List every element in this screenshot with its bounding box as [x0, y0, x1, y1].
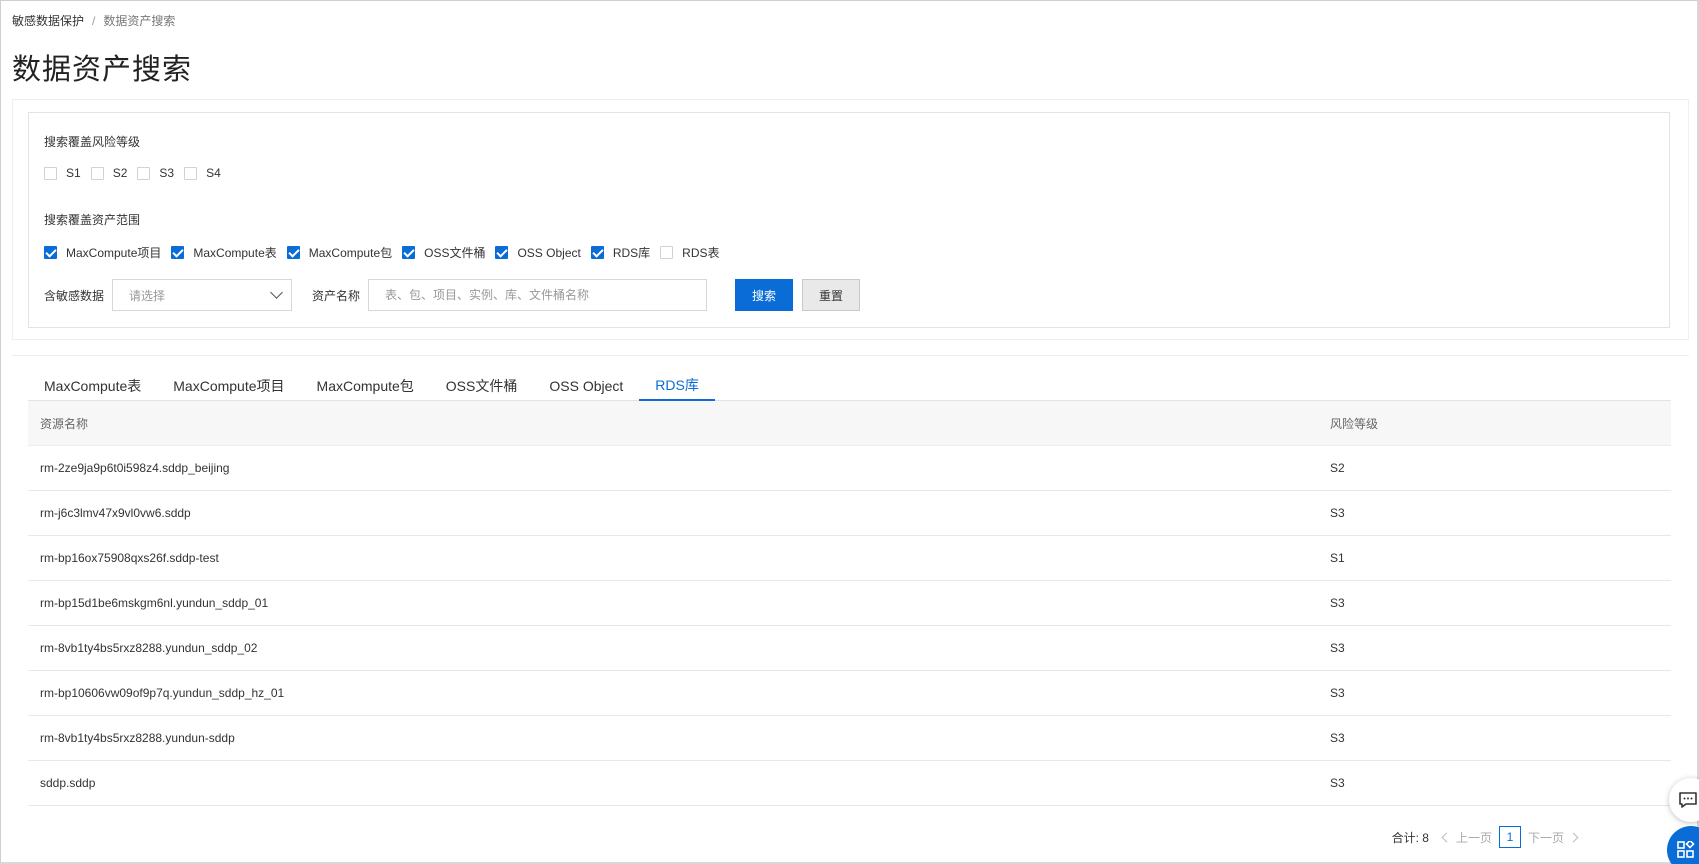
chevron-right-icon[interactable] [1568, 832, 1579, 842]
header-resource-name: 资源名称 [40, 416, 89, 431]
asset-scope-checkboxes: MaxCompute项目 MaxCompute表 MaxCompute包 OSS文件桶… [44, 244, 730, 261]
risk-level-label: 搜索覆盖风险等级 [44, 135, 141, 149]
table-row: rm-2ze9ja9p6t0i598z4.sddp_beijing S2 [28, 446, 1671, 491]
table-row: sddp.sddp S3 [28, 761, 1671, 806]
risk-level-option-s4[interactable]: S4 [184, 166, 221, 180]
sensitive-data-label: 含敏感数据 [44, 288, 105, 303]
asset-scope-option-3[interactable]: OSS文件桶 [402, 244, 485, 261]
cell-risk-level: S3 [1330, 731, 1345, 745]
cell-risk-level: S3 [1330, 506, 1345, 520]
asset-scope-checkbox[interactable] [495, 246, 509, 259]
asset-scope-option-0[interactable]: MaxCompute项目 [44, 244, 161, 261]
prev-page-button[interactable]: 上一页 [1456, 829, 1492, 846]
cell-resource-name: rm-2ze9ja9p6t0i598z4.sddp_beijing [40, 461, 230, 475]
chevron-left-icon[interactable] [1441, 832, 1452, 842]
cell-risk-level: S3 [1330, 641, 1345, 655]
tab-4[interactable]: OSS Object [533, 370, 639, 401]
checkbox-label: S2 [112, 166, 128, 180]
breadcrumb-parent[interactable]: 敏感数据保护 [12, 12, 84, 29]
tab-0[interactable]: MaxCompute表 [28, 370, 157, 401]
table-header: 资源名称 风险等级 [28, 401, 1671, 446]
reset-button[interactable]: 重置 [802, 279, 861, 311]
cell-risk-level: S3 [1330, 776, 1345, 790]
checkbox-label: MaxCompute项目 [66, 246, 162, 260]
table-row: rm-bp16ox75908qxs26f.sddp-test S1 [28, 536, 1671, 581]
cell-risk-level: S3 [1330, 686, 1345, 700]
table-row: rm-8vb1ty4bs5rxz8288.yundun-sddp S3 [28, 716, 1671, 761]
apps-grid-icon [1677, 841, 1695, 858]
asset-name-input[interactable] [368, 279, 708, 311]
table-body: rm-2ze9ja9p6t0i598z4.sddp_beijing S2 rm-j6… [28, 446, 1671, 806]
cell-resource-name: rm-bp10606vw09of9p7q.yundun_sddp_hz_01 [40, 686, 285, 700]
asset-scope-option-2[interactable]: MaxCompute包 [286, 244, 393, 261]
tab-5[interactable]: RDS库 [639, 370, 715, 401]
checkbox-label: OSS文件桶 [424, 246, 486, 260]
header-risk-level: 风险等级 [1330, 416, 1379, 431]
sensitive-data-placeholder: 请选择 [129, 288, 166, 303]
chevron-down-icon [270, 286, 283, 299]
table-row: rm-8vb1ty4bs5rxz8288.yundun_sddp_02 S3 [28, 626, 1671, 671]
checkbox-label: MaxCompute表 [193, 246, 277, 260]
risk-level-option-s2[interactable]: S2 [90, 166, 128, 180]
pagination-total: 合计: 8 [1391, 830, 1429, 845]
asset-scope-checkbox[interactable] [44, 246, 57, 259]
tab-1[interactable]: MaxCompute项目 [157, 370, 300, 401]
checkbox-s1[interactable] [44, 166, 57, 180]
breadcrumb: 敏感数据保护 / 数据资产搜索 [12, 12, 175, 29]
asset-type-tabs: MaxCompute表 MaxCompute项目 MaxCompute包 OSS文件桶… [28, 370, 1671, 401]
asset-scope-checkbox[interactable] [286, 246, 300, 259]
risk-level-option-s3[interactable]: S3 [137, 166, 174, 180]
asset-scope-option-6[interactable]: RDS表 [660, 244, 720, 261]
asset-scope-label: 搜索覆盖资产范围 [44, 213, 141, 227]
next-page-button[interactable]: 下一页 [1528, 829, 1564, 846]
pagination: 合计: 8 上一页 1 下一页 [1391, 826, 1579, 848]
checkbox-label: RDS库 [612, 246, 651, 260]
page-number-current[interactable]: 1 [1498, 826, 1521, 848]
results-table: 资源名称 风险等级 rm-2ze9ja9p6t0i598z4.sddp_beij… [28, 401, 1671, 806]
cell-resource-name: rm-j6c3lmv47x9vl0vw6.sddp [40, 506, 191, 520]
cell-resource-name: rm-bp15d1be6mskgm6nl.yundun_sddp_01 [40, 596, 269, 610]
search-button[interactable]: 搜索 [735, 279, 794, 311]
tab-3[interactable]: OSS文件桶 [430, 370, 534, 401]
table-row: rm-bp10606vw09of9p7q.yundun_sddp_hz_01 S3 [28, 671, 1671, 716]
risk-level-option-s1[interactable]: S1 [44, 166, 81, 180]
asset-scope-option-5[interactable]: RDS库 [590, 244, 651, 261]
cell-resource-name: rm-8vb1ty4bs5rxz8288.yundun_sddp_02 [40, 641, 258, 655]
cell-risk-level: S1 [1330, 551, 1345, 565]
checkbox-s2[interactable] [90, 166, 104, 180]
asset-scope-checkbox[interactable] [171, 246, 185, 259]
asset-name-label: 资产名称 [312, 288, 361, 303]
search-form-row: 含敏感数据 请选择 资产名称 搜索 重置 [44, 279, 861, 311]
asset-scope-checkbox[interactable] [660, 246, 674, 259]
page-title: 数据资产搜索 [12, 54, 193, 86]
asset-scope-option-1[interactable]: MaxCompute表 [171, 244, 277, 261]
checkbox-label: RDS表 [682, 246, 720, 260]
checkbox-s3[interactable] [137, 166, 151, 180]
asset-scope-checkbox[interactable] [590, 246, 604, 259]
cell-risk-level: S2 [1330, 461, 1345, 475]
sensitive-data-select[interactable]: 请选择 [112, 279, 293, 311]
cell-resource-name: rm-8vb1ty4bs5rxz8288.yundun-sddp [40, 731, 235, 745]
cell-risk-level: S3 [1330, 596, 1345, 610]
checkbox-label: S4 [206, 166, 221, 180]
checkbox-label: S1 [66, 166, 81, 180]
risk-level-checkboxes: S1 S2 S3 S4 [44, 166, 231, 180]
table-row: rm-j6c3lmv47x9vl0vw6.sddp S3 [28, 491, 1671, 536]
cell-resource-name: sddp.sddp [40, 776, 96, 790]
chat-icon [1679, 792, 1697, 808]
tab-2[interactable]: MaxCompute包 [301, 370, 430, 401]
checkbox-label: OSS Object [517, 245, 581, 260]
checkbox-s4[interactable] [184, 166, 198, 180]
breadcrumb-current: 数据资产搜索 [103, 14, 176, 28]
asset-scope-option-4[interactable]: OSS Object [495, 245, 581, 260]
checkbox-label: MaxCompute包 [308, 246, 393, 260]
asset-scope-checkbox[interactable] [402, 246, 416, 259]
table-row: rm-bp15d1be6mskgm6nl.yundun_sddp_01 S3 [28, 581, 1671, 626]
cell-resource-name: rm-bp16ox75908qxs26f.sddp-test [40, 551, 219, 565]
breadcrumb-separator: / [92, 13, 96, 28]
checkbox-label: S3 [159, 166, 175, 180]
